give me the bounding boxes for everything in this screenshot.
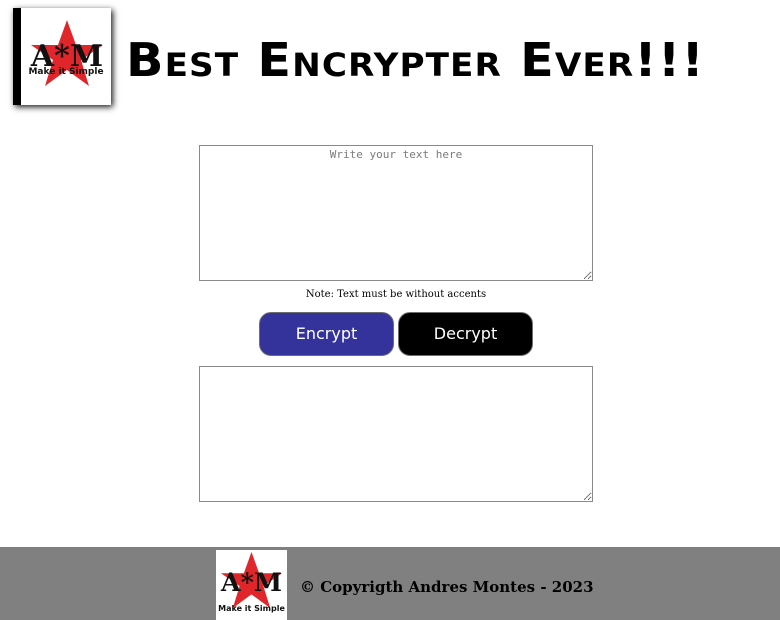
input-text-area[interactable]: [199, 145, 593, 281]
logo-caption: Make it Simple: [28, 67, 104, 77]
page-title: Best Encrypter Ever!!!: [126, 33, 705, 87]
output-text-area[interactable]: [199, 366, 593, 502]
logo-caption: Make it Simple: [218, 604, 285, 613]
copyright-text: © Copyrigth Andres Montes - 2023: [300, 578, 594, 596]
footer: A*M Make it Simple © Copyrigth Andres Mo…: [0, 547, 780, 620]
footer-logo: A*M Make it Simple: [216, 550, 287, 620]
header-logo: A*M Make it Simple: [13, 8, 111, 105]
encrypt-button[interactable]: Encrypt: [259, 312, 394, 356]
star-am-logo-icon: A*M: [220, 552, 282, 608]
decrypt-button[interactable]: Decrypt: [398, 312, 533, 356]
accent-note: Note: Text must be without accents: [305, 289, 487, 300]
svg-text:A*M: A*M: [220, 568, 282, 598]
